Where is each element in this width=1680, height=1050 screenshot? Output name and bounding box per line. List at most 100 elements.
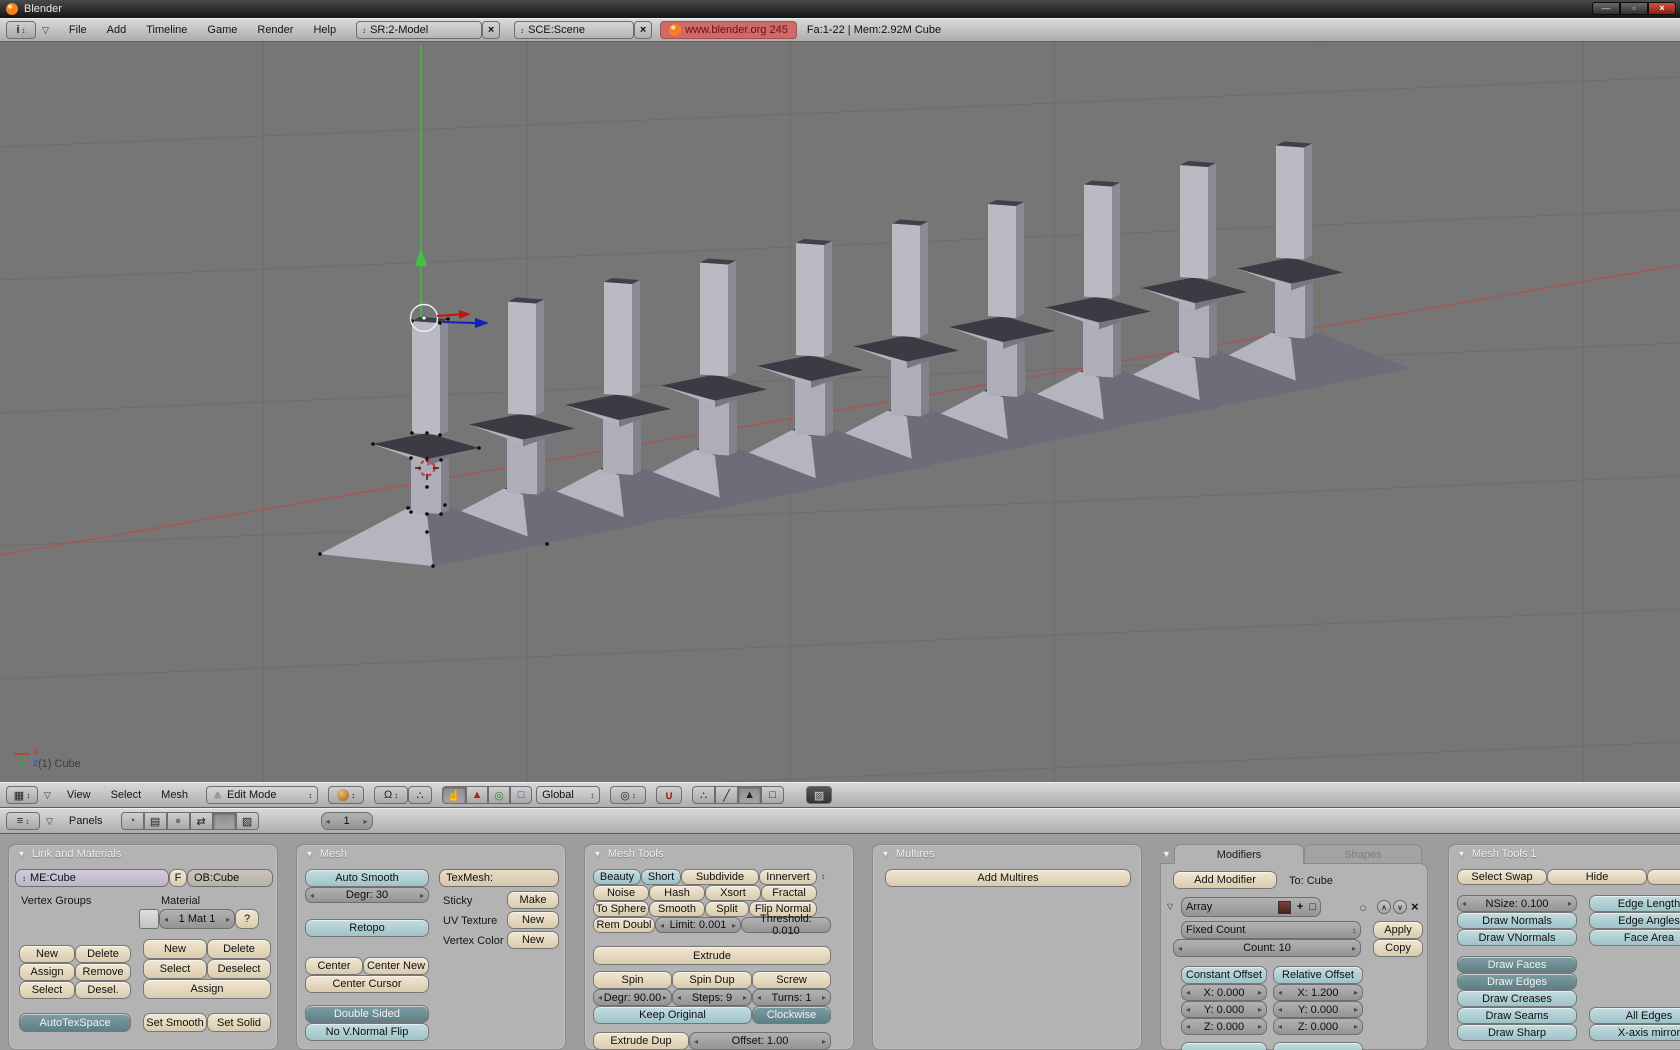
- scene-context-button[interactable]: ▨: [236, 812, 259, 830]
- pivot-dropdown[interactable]: ◎ ↕: [610, 786, 646, 804]
- copy-modifier-button[interactable]: Copy: [1373, 939, 1423, 957]
- clipped-toggle[interactable]: [1273, 1042, 1363, 1050]
- panel-header[interactable]: ▼ Link and Materials: [17, 848, 121, 860]
- panel-header[interactable]: ▼ Mesh: [305, 848, 347, 860]
- script-context-button[interactable]: ▤: [144, 812, 167, 830]
- object-context-button[interactable]: ⇄: [190, 812, 213, 830]
- increment-arrow-icon[interactable]: ▸: [1258, 1005, 1262, 1014]
- increment-arrow-icon[interactable]: ▸: [364, 817, 368, 826]
- screen-delete-button[interactable]: ×: [482, 21, 500, 39]
- count-field[interactable]: ◂ Count: 10 ▸: [1173, 939, 1361, 957]
- hash-button[interactable]: Hash: [649, 885, 705, 901]
- double-sided-toggle[interactable]: Double Sided: [305, 1005, 429, 1023]
- menu-file[interactable]: File: [59, 24, 97, 36]
- increment-arrow-icon[interactable]: ▸: [732, 921, 736, 930]
- all-edges-toggle[interactable]: All Edges: [1589, 1007, 1680, 1024]
- modifier-name-field[interactable]: Array + □: [1181, 897, 1321, 917]
- increment-arrow-icon[interactable]: ▸: [1354, 988, 1358, 997]
- proportional-edit-button[interactable]: Ω ↕: [374, 786, 408, 804]
- material-select-button[interactable]: Select: [143, 959, 207, 979]
- menu-collapse-icon[interactable]: ▽: [36, 25, 55, 36]
- center-cursor-button[interactable]: Center Cursor: [305, 975, 429, 993]
- increment-arrow-icon[interactable]: ▸: [822, 1037, 826, 1046]
- draw-edges-toggle[interactable]: Draw Edges: [1457, 973, 1577, 990]
- menu-game[interactable]: Game: [197, 24, 247, 36]
- vgroup-select-button[interactable]: Select: [19, 981, 75, 999]
- increment-arrow-icon[interactable]: ▸: [1258, 988, 1262, 997]
- increment-arrow-icon[interactable]: ▸: [743, 993, 747, 1002]
- nsize-field[interactable]: ◂ NSize: 0.100 ▸: [1457, 895, 1577, 912]
- restore-button[interactable]: ▫: [1620, 2, 1648, 15]
- vertex-color-new-button[interactable]: New: [507, 931, 559, 949]
- to-sphere-button[interactable]: To Sphere: [593, 901, 649, 917]
- delete-modifier-icon[interactable]: ×: [1411, 899, 1419, 914]
- fake-user-button[interactable]: F: [169, 869, 187, 887]
- panel-collapse-icon[interactable]: ▼: [1162, 849, 1171, 859]
- reveal-button[interactable]: Reveal: [1647, 869, 1680, 885]
- const-x-field[interactable]: ◂ X: 0.000 ▸: [1181, 984, 1267, 1001]
- increment-arrow-icon[interactable]: ▸: [1354, 1005, 1358, 1014]
- increment-arrow-icon[interactable]: ▸: [1258, 1022, 1262, 1031]
- panel-header[interactable]: ▼ Mesh Tools 1: [1457, 848, 1537, 860]
- autotexspace-toggle[interactable]: AutoTexSpace: [19, 1013, 131, 1032]
- auto-smooth-toggle[interactable]: Auto Smooth: [305, 869, 429, 887]
- object-name-field[interactable]: OB:Cube: [187, 869, 273, 887]
- menu-mesh[interactable]: Mesh: [151, 789, 198, 801]
- degrees-field[interactable]: ◂ Degr: 90.00 ▸: [593, 989, 672, 1006]
- snap-button[interactable]: ∪: [656, 786, 682, 804]
- draw-mode-dropdown[interactable]: ↕: [328, 786, 364, 804]
- material-assign-button[interactable]: Assign: [143, 979, 271, 999]
- threshold-field[interactable]: Threshold: 0.010: [741, 917, 831, 933]
- uv-texture-new-button[interactable]: New: [507, 911, 559, 929]
- const-y-field[interactable]: ◂ Y: 0.000 ▸: [1181, 1001, 1267, 1018]
- blender-version-badge[interactable]: www.blender.org 245: [660, 21, 797, 39]
- face-area-toggle[interactable]: Face Area: [1589, 929, 1680, 946]
- increment-arrow-icon[interactable]: ▸: [1354, 1022, 1358, 1031]
- relative-offset-toggle[interactable]: Relative Offset: [1273, 966, 1363, 984]
- editor-type-button[interactable]: ▦ ↕: [6, 786, 38, 804]
- menu-add[interactable]: Add: [97, 24, 137, 36]
- draw-normals-toggle[interactable]: Draw Normals: [1457, 912, 1577, 929]
- x-axis-mirror-toggle[interactable]: X-axis mirror: [1589, 1024, 1680, 1041]
- editor-type-button[interactable]: i ↕: [6, 21, 36, 39]
- vgroup-delete-button[interactable]: Delete: [75, 945, 131, 963]
- center-new-button[interactable]: Center New: [363, 957, 429, 975]
- manipulator-toggle-button[interactable]: ☝: [442, 786, 466, 804]
- turns-field[interactable]: ◂ Turns: 1 ▸: [752, 989, 831, 1006]
- edge-select-button[interactable]: ╱: [715, 786, 738, 804]
- increment-arrow-icon[interactable]: ▸: [226, 915, 230, 924]
- rel-y-field[interactable]: ◂ Y: 0.000 ▸: [1273, 1001, 1363, 1018]
- 3d-viewport[interactable]: x z (1) Cube: [0, 42, 1680, 782]
- no-vnormal-flip-toggle[interactable]: No V.Normal Flip: [305, 1023, 429, 1041]
- short-toggle[interactable]: Short: [641, 869, 681, 885]
- frame-number-field[interactable]: ◂ 1 ▸: [321, 812, 373, 830]
- render-preview-button[interactable]: ▨: [806, 786, 832, 804]
- increment-arrow-icon[interactable]: ▸: [420, 891, 424, 900]
- move-up-button[interactable]: ∧: [1377, 900, 1391, 914]
- tab-shapes[interactable]: Shapes: [1304, 844, 1422, 864]
- add-multires-button[interactable]: Add Multires: [885, 869, 1131, 887]
- move-down-button[interactable]: ∨: [1393, 900, 1407, 914]
- smooth-button[interactable]: Smooth: [649, 901, 705, 917]
- draw-faces-toggle[interactable]: Draw Faces: [1457, 956, 1577, 973]
- texmesh-field[interactable]: TexMesh:: [439, 869, 559, 887]
- material-new-button[interactable]: New: [143, 939, 207, 959]
- increment-arrow-icon[interactable]: ▸: [1568, 899, 1572, 908]
- modifier-collapse-icon[interactable]: ▽: [1167, 902, 1173, 911]
- editor-type-button[interactable]: ≡ ↕: [6, 812, 40, 830]
- oncage-toggle-icon[interactable]: ○: [1359, 900, 1367, 915]
- screw-button[interactable]: Screw: [752, 971, 831, 989]
- set-smooth-button[interactable]: Set Smooth: [143, 1013, 207, 1032]
- translate-manipulator-button[interactable]: ▲: [466, 786, 488, 804]
- xsort-button[interactable]: Xsort: [705, 885, 761, 901]
- set-solid-button[interactable]: Set Solid: [207, 1013, 271, 1032]
- keep-original-toggle[interactable]: Keep Original: [593, 1006, 752, 1024]
- material-help-button[interactable]: ?: [235, 909, 259, 929]
- scene-delete-button[interactable]: ×: [634, 21, 652, 39]
- increment-arrow-icon[interactable]: ▸: [822, 993, 826, 1002]
- mesh-datablock-field[interactable]: ↕ ME:Cube: [15, 869, 169, 887]
- extrude-button[interactable]: Extrude: [593, 946, 831, 965]
- menu-collapse-icon[interactable]: ▽: [40, 816, 59, 827]
- noise-button[interactable]: Noise: [593, 885, 649, 901]
- clockwise-toggle[interactable]: Clockwise: [752, 1006, 831, 1024]
